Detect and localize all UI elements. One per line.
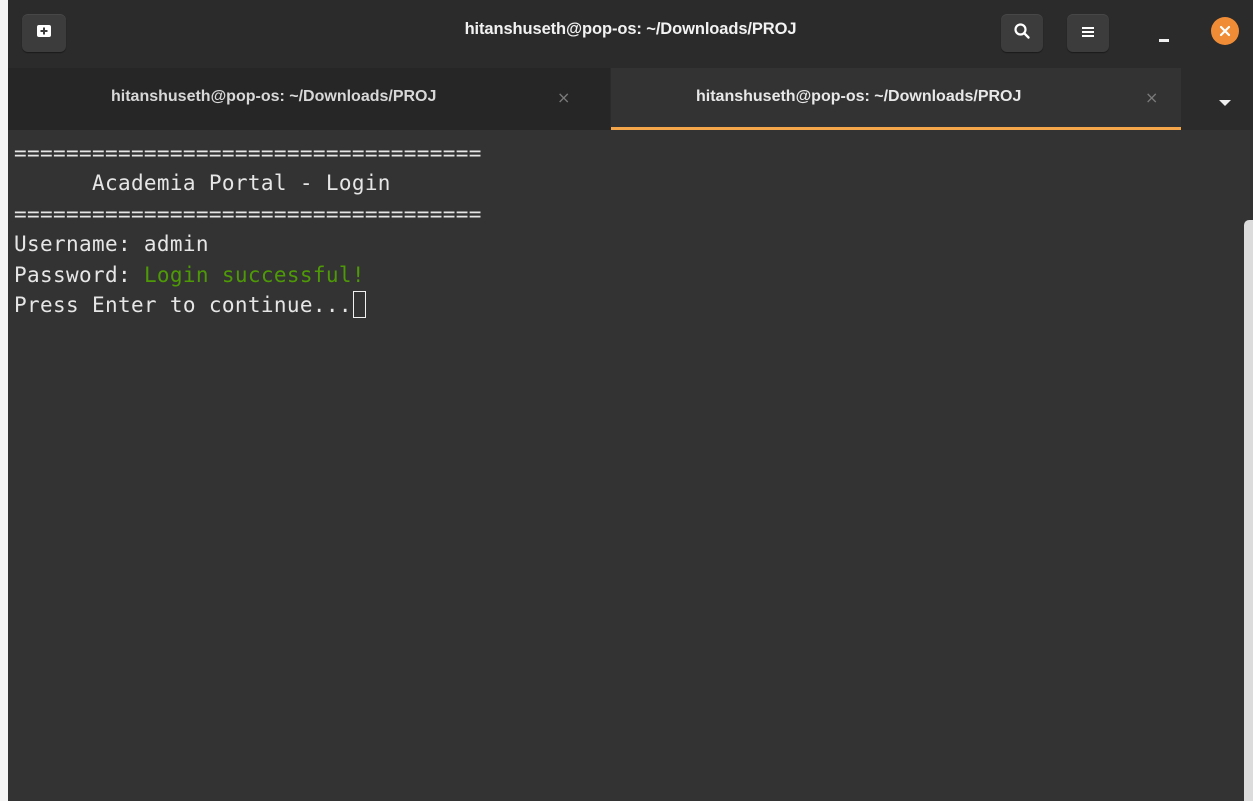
- continue-prompt: Press Enter to continue...: [14, 292, 352, 317]
- login-success-message: Login successful!: [143, 262, 365, 287]
- new-tab-icon: [35, 22, 53, 44]
- menu-button[interactable]: [1067, 14, 1109, 52]
- password-line: Password: Login successful!: [14, 260, 482, 290]
- search-icon: [1013, 22, 1031, 44]
- terminal-window: hitanshuseth@pop-os: ~/Downloads/PROJ hi…: [8, 0, 1253, 801]
- separator-line: ====================================: [14, 141, 482, 165]
- username-line: Username: admin: [14, 232, 209, 257]
- portal-heading: Academia Portal - Login: [14, 171, 391, 196]
- tab-terminal-2[interactable]: hitanshuseth@pop-os: ~/Downloads/PROJ ×: [611, 68, 1181, 130]
- minimize-button[interactable]: [1151, 22, 1177, 48]
- terminal-cursor: [352, 290, 366, 318]
- header-bar: hitanshuseth@pop-os: ~/Downloads/PROJ: [8, 0, 1253, 68]
- scrollbar[interactable]: [1244, 220, 1253, 801]
- chevron-down-icon: [1218, 93, 1232, 112]
- tab-terminal-1[interactable]: hitanshuseth@pop-os: ~/Downloads/PROJ ×: [8, 68, 610, 130]
- tab-label: hitanshuseth@pop-os: ~/Downloads/PROJ: [111, 88, 437, 105]
- password-prompt: Password:: [14, 262, 144, 287]
- terminal-text: ==================================== Aca…: [14, 138, 482, 320]
- minimize-icon: [1159, 39, 1169, 42]
- hamburger-menu-icon: [1081, 24, 1095, 43]
- new-tab-button[interactable]: [22, 14, 66, 52]
- close-icon: [1219, 22, 1231, 41]
- terminal-output[interactable]: ==================================== Aca…: [8, 130, 1253, 801]
- close-button[interactable]: [1211, 17, 1239, 45]
- tab-label: hitanshuseth@pop-os: ~/Downloads/PROJ: [696, 88, 1022, 105]
- tab-bar: hitanshuseth@pop-os: ~/Downloads/PROJ × …: [8, 68, 1253, 130]
- tab-close-icon[interactable]: ×: [557, 88, 570, 107]
- window-title: hitanshuseth@pop-os: ~/Downloads/PROJ: [464, 20, 797, 38]
- search-button[interactable]: [1001, 14, 1043, 52]
- tabs-dropdown-button[interactable]: [1218, 93, 1232, 106]
- tab-close-icon[interactable]: ×: [1145, 88, 1158, 107]
- continue-prompt-line: Press Enter to continue...: [14, 290, 482, 320]
- separator-line: ====================================: [14, 201, 482, 226]
